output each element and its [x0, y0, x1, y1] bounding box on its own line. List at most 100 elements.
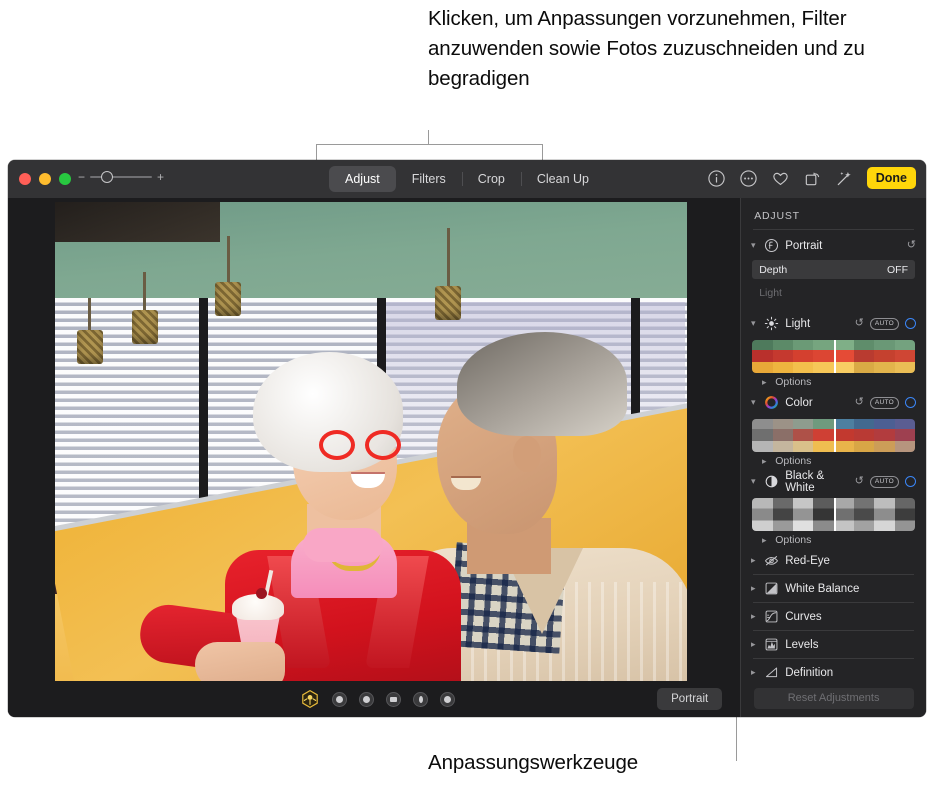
stage-light-mono-icon[interactable]: [413, 692, 428, 707]
light-thumbnail-strip[interactable]: [752, 340, 915, 373]
chevron-right-icon-light-options[interactable]: ▸: [760, 378, 768, 387]
color-thumb[interactable]: [813, 419, 833, 452]
adjust-row-definition[interactable]: ▸ Definition: [741, 661, 926, 679]
color-thumb[interactable]: [834, 419, 854, 452]
light-thumb[interactable]: [793, 340, 813, 373]
tab-adjust[interactable]: Adjust: [329, 166, 396, 192]
revert-icon-color[interactable]: ↺: [855, 397, 864, 408]
minimize-button[interactable]: [39, 173, 51, 185]
tab-clean-up[interactable]: Clean Up: [521, 166, 605, 192]
color-thumbnail-strip[interactable]: [752, 419, 915, 452]
bw-thumb[interactable]: [854, 498, 874, 531]
color-thumb[interactable]: [854, 419, 874, 452]
auto-button-bw[interactable]: AUTO: [870, 476, 899, 488]
bw-thumb[interactable]: [874, 498, 894, 531]
bw-thumb[interactable]: [813, 498, 833, 531]
bw-toggle-knob[interactable]: [905, 476, 916, 487]
adjust-row-levels[interactable]: ▸ Levels: [741, 633, 926, 656]
zoom-slider-knob[interactable]: [101, 171, 113, 183]
contour-light-icon[interactable]: [359, 692, 374, 707]
color-thumb[interactable]: [874, 419, 894, 452]
favorite-heart-icon[interactable]: [771, 169, 790, 188]
light-thumb[interactable]: [813, 340, 833, 373]
maximize-button[interactable]: [59, 173, 71, 185]
adjust-row-black-and-white[interactable]: ▾ Black & White ↺ AUTO: [741, 470, 926, 493]
light-thumb[interactable]: [854, 340, 874, 373]
chevron-down-icon-portrait[interactable]: ▾: [748, 241, 758, 250]
studio-light-icon[interactable]: [332, 692, 347, 707]
auto-enhance-icon[interactable]: [835, 169, 854, 188]
chevron-right-icon-red-eye[interactable]: ▸: [748, 556, 758, 565]
adjust-row-light[interactable]: ▾ Light ↺ AUTO: [741, 312, 926, 335]
auto-button-light[interactable]: AUTO: [870, 318, 899, 330]
bw-thumbnail-strip[interactable]: [752, 498, 915, 531]
portrait-depth-control[interactable]: Depth OFF: [752, 260, 915, 279]
info-icon[interactable]: [707, 169, 726, 188]
sidebar-divider: [753, 658, 914, 659]
reset-adjustments-button[interactable]: Reset Adjustments: [754, 688, 914, 709]
sidebar-divider: [753, 574, 914, 575]
cube-natural-light-icon[interactable]: [300, 689, 320, 709]
color-thumb[interactable]: [773, 419, 793, 452]
chevron-right-icon-color-options[interactable]: ▸: [760, 457, 768, 466]
chevron-down-icon-bw[interactable]: ▾: [748, 477, 758, 486]
bw-strip-playhead[interactable]: [834, 498, 836, 531]
color-thumb[interactable]: [752, 419, 772, 452]
bw-thumb[interactable]: [793, 498, 813, 531]
chevron-right-icon-curves[interactable]: ▸: [748, 612, 758, 621]
color-toggle-knob[interactable]: [905, 397, 916, 408]
tab-crop[interactable]: Crop: [462, 166, 521, 192]
tab-filters[interactable]: Filters: [396, 166, 462, 192]
zoom-slider-track[interactable]: [90, 176, 152, 178]
light-thumb[interactable]: [834, 340, 854, 373]
zoom-slider-control[interactable]: − +: [78, 171, 164, 183]
adjust-row-curves[interactable]: ▸ Curves: [741, 605, 926, 628]
color-thumb[interactable]: [895, 419, 915, 452]
adjust-row-color[interactable]: ▾ Colo: [741, 391, 926, 414]
portrait-light-control[interactable]: Light: [752, 283, 915, 302]
chevron-down-icon-light[interactable]: ▾: [748, 319, 758, 328]
done-button[interactable]: Done: [867, 167, 916, 189]
light-options-row[interactable]: ▸ Options: [741, 373, 926, 391]
portrait-lighting-effects: [300, 689, 455, 709]
high-key-mono-icon[interactable]: [440, 692, 455, 707]
light-thumb[interactable]: [895, 340, 915, 373]
revert-icon-light[interactable]: ↺: [855, 318, 864, 329]
color-strip-playhead[interactable]: [834, 419, 836, 452]
traffic-lights: [19, 173, 71, 185]
bw-thumb[interactable]: [834, 498, 854, 531]
zoom-in-icon[interactable]: +: [157, 171, 164, 183]
light-thumb[interactable]: [752, 340, 772, 373]
auto-button-color[interactable]: AUTO: [870, 397, 899, 409]
close-button[interactable]: [19, 173, 31, 185]
bw-thumb[interactable]: [773, 498, 793, 531]
bw-options-row[interactable]: ▸ Options: [741, 531, 926, 549]
chevron-right-icon-levels[interactable]: ▸: [748, 640, 758, 649]
adjust-row-portrait[interactable]: ▾ Portrait ↺: [741, 234, 926, 257]
more-options-icon[interactable]: [739, 169, 758, 188]
chevron-down-icon-color[interactable]: ▾: [748, 398, 758, 407]
stage-light-icon[interactable]: [386, 692, 401, 707]
light-strip-playhead[interactable]: [834, 340, 836, 373]
bw-thumb[interactable]: [895, 498, 915, 531]
color-thumb[interactable]: [793, 419, 813, 452]
sidebar-divider: [753, 630, 914, 631]
adjust-row-white-balance[interactable]: ▸ White Balance: [741, 577, 926, 600]
portrait-mode-button[interactable]: Portrait: [657, 688, 722, 710]
bw-thumb[interactable]: [752, 498, 772, 531]
edited-photo[interactable]: [55, 202, 687, 681]
chevron-right-icon-definition[interactable]: ▸: [748, 668, 758, 677]
adjust-row-red-eye[interactable]: ▸ Red-Eye: [741, 549, 926, 572]
revert-icon-bw[interactable]: ↺: [855, 476, 864, 487]
light-thumb[interactable]: [874, 340, 894, 373]
color-options-label: Options: [775, 455, 811, 467]
rotate-icon[interactable]: [803, 169, 822, 188]
chevron-right-icon-white-balance[interactable]: ▸: [748, 584, 758, 593]
chevron-right-icon-bw-options[interactable]: ▸: [760, 536, 768, 545]
light-thumb[interactable]: [773, 340, 793, 373]
revert-icon-portrait[interactable]: ↺: [907, 240, 916, 251]
adjust-sidebar-scroll[interactable]: ADJUST ▾ Portrait ↺ Depth: [741, 198, 926, 679]
color-options-row[interactable]: ▸ Options: [741, 452, 926, 470]
light-toggle-knob[interactable]: [905, 318, 916, 329]
zoom-out-icon[interactable]: −: [78, 171, 85, 183]
